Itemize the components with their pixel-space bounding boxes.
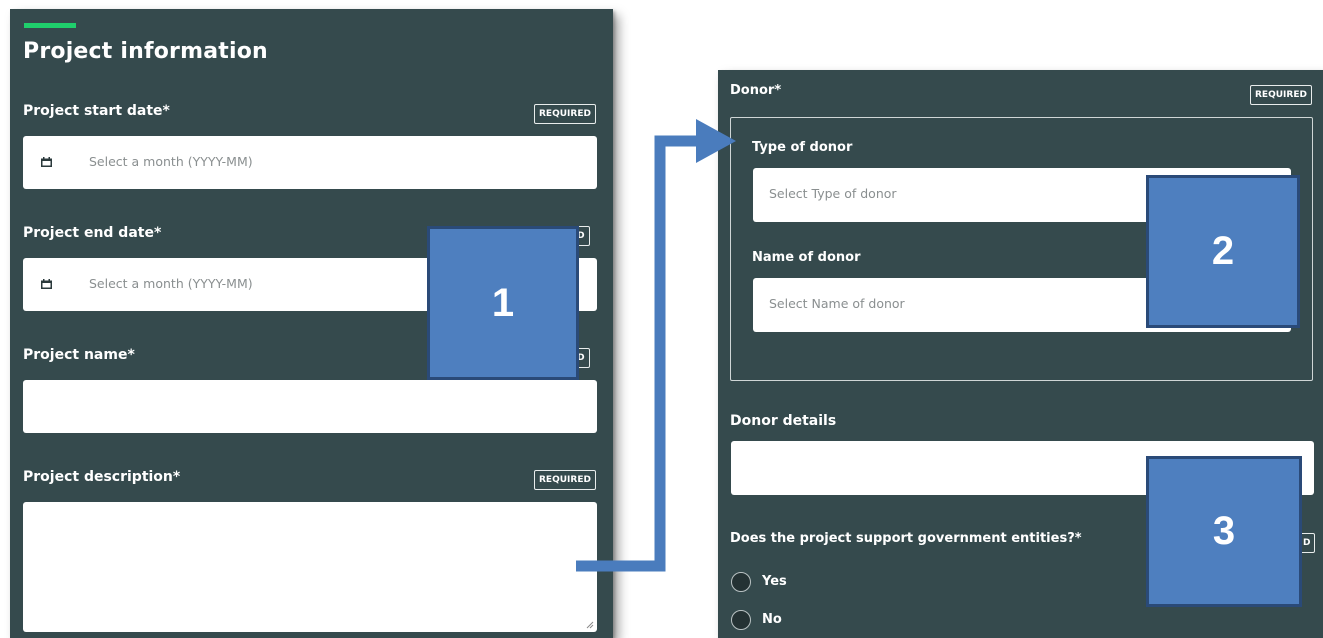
callout-1: 1 <box>427 226 579 380</box>
callout-3: 3 <box>1146 456 1302 607</box>
callout-2: 2 <box>1146 175 1300 328</box>
connector-arrow <box>576 119 736 572</box>
